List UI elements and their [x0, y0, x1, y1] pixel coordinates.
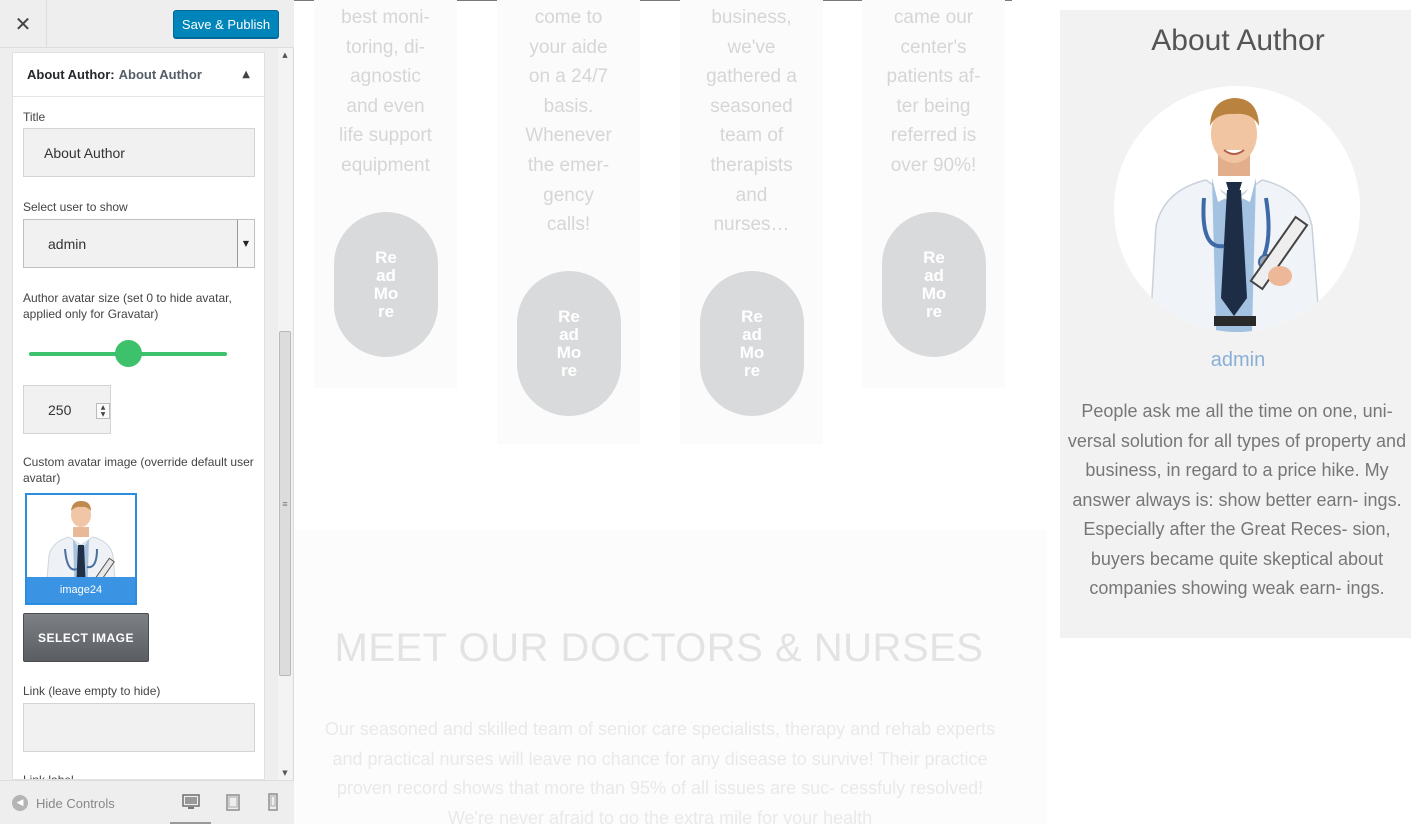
thumbnail-caption: image24	[27, 577, 135, 603]
read-more-button[interactable]: Read More	[882, 212, 986, 357]
service-card-3: business, we've gathered a seasoned team of t…	[680, 0, 823, 444]
arrow-left-icon: ◀	[12, 795, 28, 811]
author-avatar	[1114, 86, 1360, 332]
panel-title: About Author: About Author	[27, 67, 202, 82]
custom-avatar-label: Custom avatar image (override default us…	[23, 455, 254, 485]
doctor-photo	[1114, 86, 1360, 332]
hide-controls-button[interactable]: ◀ Hide Controls	[12, 795, 115, 811]
spinner-arrows-icon[interactable]: ▲ ▼	[96, 403, 110, 419]
scroll-down-icon[interactable]: ▼	[278, 766, 292, 780]
sidebar-footer: ◀ Hide Controls	[0, 780, 294, 824]
link-input[interactable]	[23, 703, 255, 752]
author-name-link[interactable]: admin	[1060, 349, 1411, 372]
slider-handle[interactable]	[114, 340, 142, 367]
user-select[interactable]: admin ▼	[23, 219, 255, 268]
service-card-2: come to your aide on a 24/7 basis. Whenever t…	[497, 0, 640, 444]
service-card-4: came our center's patients af-ter being ref…	[862, 0, 1005, 388]
tablet-icon[interactable]	[224, 793, 242, 811]
service-card-text: best moni-toring, di-agnostic and even lif…	[339, 7, 432, 176]
panel-title-name: About Author	[118, 67, 202, 82]
widget-panel: About Author: About Author ▲ Title About …	[12, 52, 265, 780]
link-label: Link (leave empty to hide)	[23, 684, 161, 698]
desktop-icon[interactable]	[182, 793, 200, 811]
title-label: Title	[23, 110, 46, 124]
panel-header[interactable]: About Author: About Author ▲	[13, 53, 264, 97]
chevron-down-icon[interactable]: ▼	[237, 220, 254, 267]
save-publish-button[interactable]: Save & Publish	[173, 10, 279, 38]
sidebar-header: ✕ Save & Publish	[0, 0, 294, 48]
about-author-widget: About Author admin People ask me all the…	[1060, 10, 1411, 638]
sidebar-scrollbar[interactable]: ▲ ≡ ▼	[278, 48, 292, 780]
mobile-icon[interactable]	[264, 793, 282, 811]
section-text: Our seasoned and skilled team of senior …	[324, 719, 996, 824]
title-input[interactable]: About Author	[23, 128, 255, 177]
panel-title-prefix: About Author:	[27, 67, 115, 82]
read-more-button[interactable]: Read More	[334, 212, 438, 357]
avatar-size-value: 250	[48, 401, 72, 418]
service-card-text: came our center's patients af-ter being ref…	[886, 7, 981, 176]
read-more-button[interactable]: Read More	[517, 271, 621, 416]
read-more-button[interactable]: Read More	[700, 271, 804, 416]
select-image-button[interactable]: SELECT IMAGE	[23, 613, 149, 662]
section-heading: MEET OUR DOCTORS & NURSES	[334, 626, 984, 670]
link-label-label: Link label	[23, 773, 74, 780]
scrollbar-thumb[interactable]: ≡	[279, 331, 291, 676]
custom-avatar-thumbnail[interactable]: image24	[25, 493, 137, 605]
collapse-arrow-icon[interactable]: ▲	[242, 69, 250, 80]
service-card-text: come to your aide on a 24/7 basis. Whenever t…	[525, 7, 612, 236]
service-card-text: business, we've gathered a seasoned team of t…	[706, 7, 797, 236]
author-bio: People ask me all the time on one, uni- …	[1067, 401, 1407, 598]
avatar-size-input[interactable]: 250 ▲ ▼	[23, 385, 111, 434]
close-button[interactable]: ✕	[0, 0, 47, 48]
scroll-up-icon[interactable]: ▲	[278, 48, 292, 62]
service-card-1: best moni-toring, di-agnostic and even lif…	[314, 0, 457, 388]
customizer-sidebar: ✕ Save & Publish About Author: About Auth…	[0, 0, 294, 824]
user-select-label: Select user to show	[23, 200, 128, 214]
site-preview: best moni-toring, di-agnostic and even lif…	[294, 0, 1411, 824]
widget-title: About Author	[1151, 24, 1325, 57]
hide-controls-label: Hide Controls	[36, 795, 115, 811]
avatar-size-label: Author avatar size (set 0 to hide avatar…	[23, 291, 232, 321]
close-icon: ✕	[14, 12, 32, 36]
user-select-value: admin	[48, 235, 87, 252]
